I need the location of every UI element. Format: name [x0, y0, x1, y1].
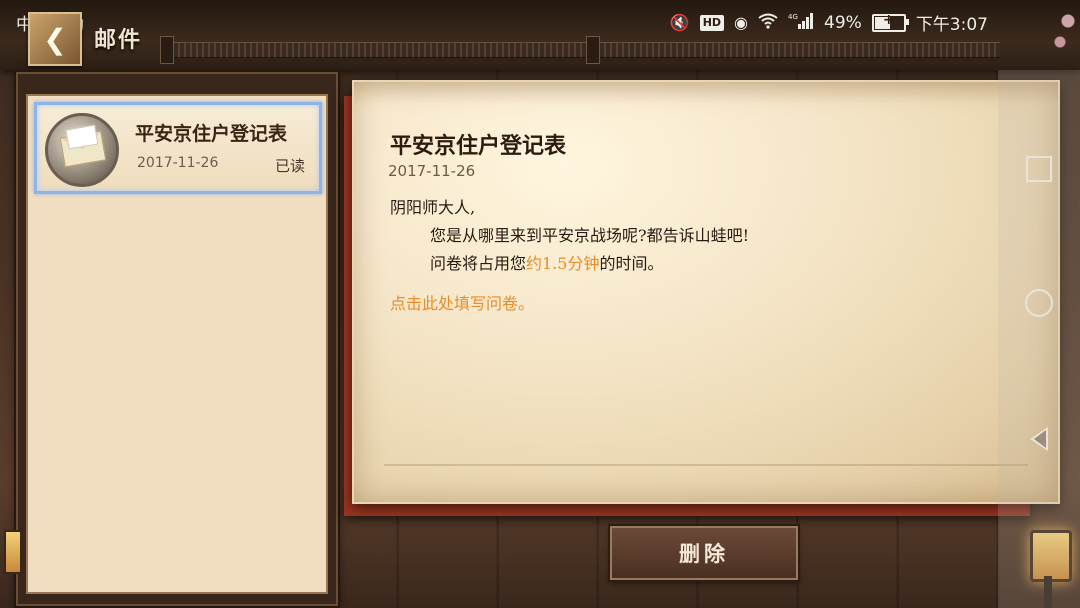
- hd-icon: HD: [699, 14, 725, 31]
- signal-icon: 4G: [788, 12, 814, 34]
- charging-icon: +: [882, 11, 895, 28]
- recent-apps-button[interactable]: [1024, 154, 1054, 184]
- letter-title: 平安京住户登记表: [390, 133, 567, 159]
- top-rail: [160, 42, 1000, 58]
- envelope-icon: [59, 124, 107, 168]
- android-nav-bar: [998, 70, 1080, 608]
- rail-post: [586, 36, 600, 64]
- status-icons: 🔇 HD ◉ 4G 49% + 下午3:07: [669, 10, 988, 36]
- mail-item-status: 已读: [274, 157, 305, 175]
- letter-text: 的时间。: [599, 254, 664, 273]
- survey-link[interactable]: 点击此处填写问卷。: [390, 290, 534, 314]
- back-button[interactable]: ❮: [28, 12, 82, 66]
- mail-list[interactable]: 平安京住户登记表 2017-11-26 已读: [26, 94, 328, 594]
- home-button[interactable]: [1024, 288, 1054, 318]
- clock: 下午3:07: [915, 15, 988, 35]
- mail-item-date: 2017-11-26: [137, 155, 219, 171]
- mail-list-item[interactable]: 平安京住户登记表 2017-11-26 已读: [34, 102, 322, 194]
- home-icon: [1025, 289, 1053, 317]
- letter-body: 阴阳师大人, 您是从哪里来到平安京战场呢?都告诉山蛙吧! 问卷将占用您约1.5分…: [390, 194, 749, 278]
- lantern-decoration: [4, 530, 22, 574]
- eye-icon: ◉: [734, 12, 749, 32]
- rail-post: [160, 36, 174, 64]
- letter-greeting: 阴阳师大人,: [390, 198, 476, 217]
- network-type: 4G: [788, 13, 798, 21]
- battery-icon: +: [871, 11, 909, 32]
- letter-text: 问卷将占用您: [430, 254, 527, 273]
- page-title: 邮件: [94, 27, 143, 53]
- back-arrow-icon: ❮: [43, 22, 67, 56]
- nav-back-button[interactable]: [1024, 424, 1054, 454]
- highlight-text: 约1.5分钟: [526, 254, 600, 273]
- letter-paper: 平安京住户登记表 2017-11-26 阴阳师大人, 您是从哪里来到平安京战场呢…: [352, 80, 1060, 504]
- back-triangle-icon: [1030, 427, 1048, 451]
- status-bar: 中国移动 🔇 HD ◉ 4G 49% + 下午3:07: [0, 0, 1080, 40]
- letter-line: 您是从哪里来到平安京战场呢?都告诉山蛙吧!: [430, 226, 750, 245]
- recent-apps-icon: [1026, 156, 1052, 182]
- letter-line: 问卷将占用您约1.5分钟的时间。: [390, 250, 749, 278]
- letter-date: 2017-11-26: [388, 162, 476, 180]
- mail-list-panel: 平安京住户登记表 2017-11-26 已读: [16, 72, 338, 606]
- delete-button[interactable]: 删除: [610, 526, 798, 580]
- mail-item-title: 平安京住户登记表: [135, 123, 288, 145]
- mail-avatar: [45, 113, 119, 187]
- battery-percent: 49%: [824, 12, 862, 33]
- mute-icon: 🔇: [669, 12, 690, 32]
- wifi-icon: [758, 13, 778, 33]
